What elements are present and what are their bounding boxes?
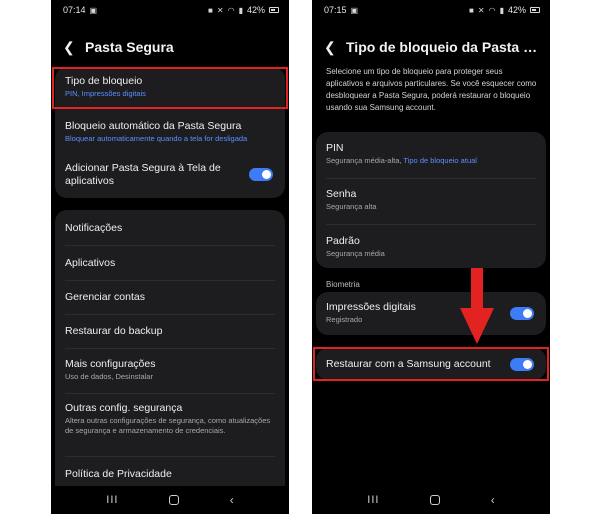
- lock-type-list: PIN Segurança média-alta, Tipo de bloque…: [316, 132, 546, 268]
- setting-title: Restaurar com a Samsung account: [326, 358, 491, 370]
- status-time: 07:14: [63, 5, 86, 15]
- lock-type-pin[interactable]: PIN Segurança média-alta, Tipo de bloque…: [316, 142, 546, 166]
- setting-subtitle: Bloquear automaticamente quando a tela f…: [65, 134, 248, 143]
- setting-title: Política de Privacidade: [65, 468, 172, 480]
- arrow-shaft: [471, 268, 483, 312]
- lock-type-title: PIN: [326, 142, 344, 154]
- navigation-bar: III ‹: [51, 486, 289, 514]
- lock-type-senha[interactable]: Senha Segurança alta: [316, 188, 546, 212]
- lock-type-subtitle: Segurança média: [326, 249, 385, 258]
- setting-title: Tipo de bloqueio: [65, 75, 143, 87]
- fingerprint-toggle[interactable]: [510, 307, 534, 320]
- divider: [65, 348, 275, 349]
- setting-bloqueio-automatico[interactable]: Bloqueio automático da Pasta Segura Bloq…: [55, 120, 285, 144]
- setting-restaurar-backup[interactable]: Restaurar do backup: [55, 325, 285, 338]
- divider: [65, 393, 275, 394]
- restore-card: Restaurar com a Samsung account: [316, 348, 546, 380]
- lock-type-title: Senha: [326, 188, 357, 200]
- setting-subtitle: Altera outras configurações de segurança…: [65, 416, 271, 435]
- setting-title: Outras config. segurança: [65, 402, 183, 414]
- status-bar: 07:15 ▣ ■ ✕ ◠ ▮ 42%: [312, 0, 550, 20]
- navigation-bar: III ‹: [312, 486, 550, 514]
- setting-title: Bloqueio automático da Pasta Segura: [65, 120, 242, 132]
- settings-group-general: Notificações Aplicativos Gerenciar conta…: [55, 210, 285, 500]
- divider: [326, 178, 536, 179]
- battery-percent: 42%: [246, 5, 265, 15]
- folder-status-icon: ■: [208, 5, 213, 15]
- recent-apps-icon[interactable]: III: [367, 494, 379, 506]
- divider: [326, 224, 536, 225]
- page-title: Pasta Segura: [85, 39, 174, 55]
- red-arrow-down-icon: [460, 268, 494, 344]
- setting-notificacoes[interactable]: Notificações: [55, 222, 285, 235]
- home-icon[interactable]: [430, 495, 441, 505]
- page-title: Tipo de bloqueio da Pasta Se…: [346, 39, 542, 55]
- setting-title: Restaurar do backup: [65, 325, 163, 337]
- wifi-icon: ◠: [227, 5, 235, 15]
- divider: [65, 245, 275, 246]
- biometrics-section-label: Biometria: [326, 280, 360, 289]
- wifi-icon: ◠: [488, 5, 496, 15]
- divider: [65, 314, 275, 315]
- app-header: ❮ Tipo de bloqueio da Pasta Se…: [312, 34, 550, 60]
- setting-title: Aplicativos: [65, 257, 116, 269]
- app-header: ❮ Pasta Segura: [51, 34, 289, 60]
- battery-icon: [269, 7, 279, 13]
- setting-subtitle: PIN, Impressões digitais: [65, 89, 146, 98]
- divider: [65, 456, 275, 457]
- security-level: Segurança média-alta,: [326, 156, 404, 165]
- lock-type-subtitle: Segurança média-alta, Tipo de bloqueio a…: [326, 156, 536, 166]
- chevron-left-icon[interactable]: ❮: [63, 39, 85, 56]
- restore-samsung-toggle[interactable]: [510, 358, 534, 371]
- mute-icon: ✕: [477, 5, 485, 15]
- battery-percent: 42%: [507, 5, 526, 15]
- setting-mais-configuracoes[interactable]: Mais configurações Uso de dados, Desinst…: [55, 358, 285, 382]
- divider: [65, 280, 275, 281]
- current-lock-label: Tipo de bloqueio atual: [403, 156, 477, 165]
- battery-icon: [530, 7, 540, 13]
- setting-title: Mais configurações: [65, 358, 156, 370]
- back-nav-icon[interactable]: ‹: [491, 493, 495, 507]
- setting-outras-config-seguranca[interactable]: Outras config. segurança Altera outras c…: [55, 402, 285, 436]
- settings-group-lock: Tipo de bloqueio PIN, Impressões digitai…: [55, 67, 285, 198]
- setting-tipo-de-bloqueio[interactable]: Tipo de bloqueio PIN, Impressões digitai…: [55, 75, 285, 99]
- lock-type-subtitle: Segurança alta: [326, 202, 377, 211]
- phone-screen-left: 07:14 ▣ ■ ✕ ◠ ▮ 42% ❮ Pasta Segura Tipo …: [51, 0, 289, 514]
- image-notification-icon: ▣: [89, 5, 98, 15]
- biometrics-card: Impressões digitais Registrado: [316, 292, 546, 335]
- setting-politica-privacidade[interactable]: Política de Privacidade: [55, 468, 285, 481]
- lock-type-title: Padrão: [326, 235, 360, 247]
- signal-icon: ▮: [238, 5, 243, 15]
- image-notification-icon: ▣: [350, 5, 359, 15]
- add-to-apps-toggle[interactable]: [249, 168, 273, 181]
- chevron-left-icon[interactable]: ❮: [324, 39, 346, 56]
- lock-type-description: Selecione um tipo de bloqueio para prote…: [326, 67, 537, 112]
- phone-screen-right: 07:15 ▣ ■ ✕ ◠ ▮ 42% ❮ Tipo de bloqueio d…: [312, 0, 550, 514]
- setting-aplicativos[interactable]: Aplicativos: [55, 257, 285, 270]
- back-nav-icon[interactable]: ‹: [230, 493, 234, 507]
- mute-icon: ✕: [216, 5, 224, 15]
- status-time: 07:15: [324, 5, 347, 15]
- setting-gerenciar-contas[interactable]: Gerenciar contas: [55, 291, 285, 304]
- setting-title: Notificações: [65, 222, 123, 234]
- setting-title: Adicionar Pasta Segura à Tela de aplicat…: [65, 162, 221, 187]
- status-bar: 07:14 ▣ ■ ✕ ◠ ▮ 42%: [51, 0, 289, 20]
- signal-icon: ▮: [499, 5, 504, 15]
- arrow-head: [460, 308, 494, 344]
- lock-type-padrao[interactable]: Padrão Segurança média: [316, 235, 546, 259]
- setting-title: Gerenciar contas: [65, 291, 145, 303]
- folder-status-icon: ■: [469, 5, 474, 15]
- setting-subtitle: Uso de dados, Desinstalar: [65, 372, 153, 381]
- recent-apps-icon[interactable]: III: [106, 494, 118, 506]
- home-icon[interactable]: [169, 495, 180, 505]
